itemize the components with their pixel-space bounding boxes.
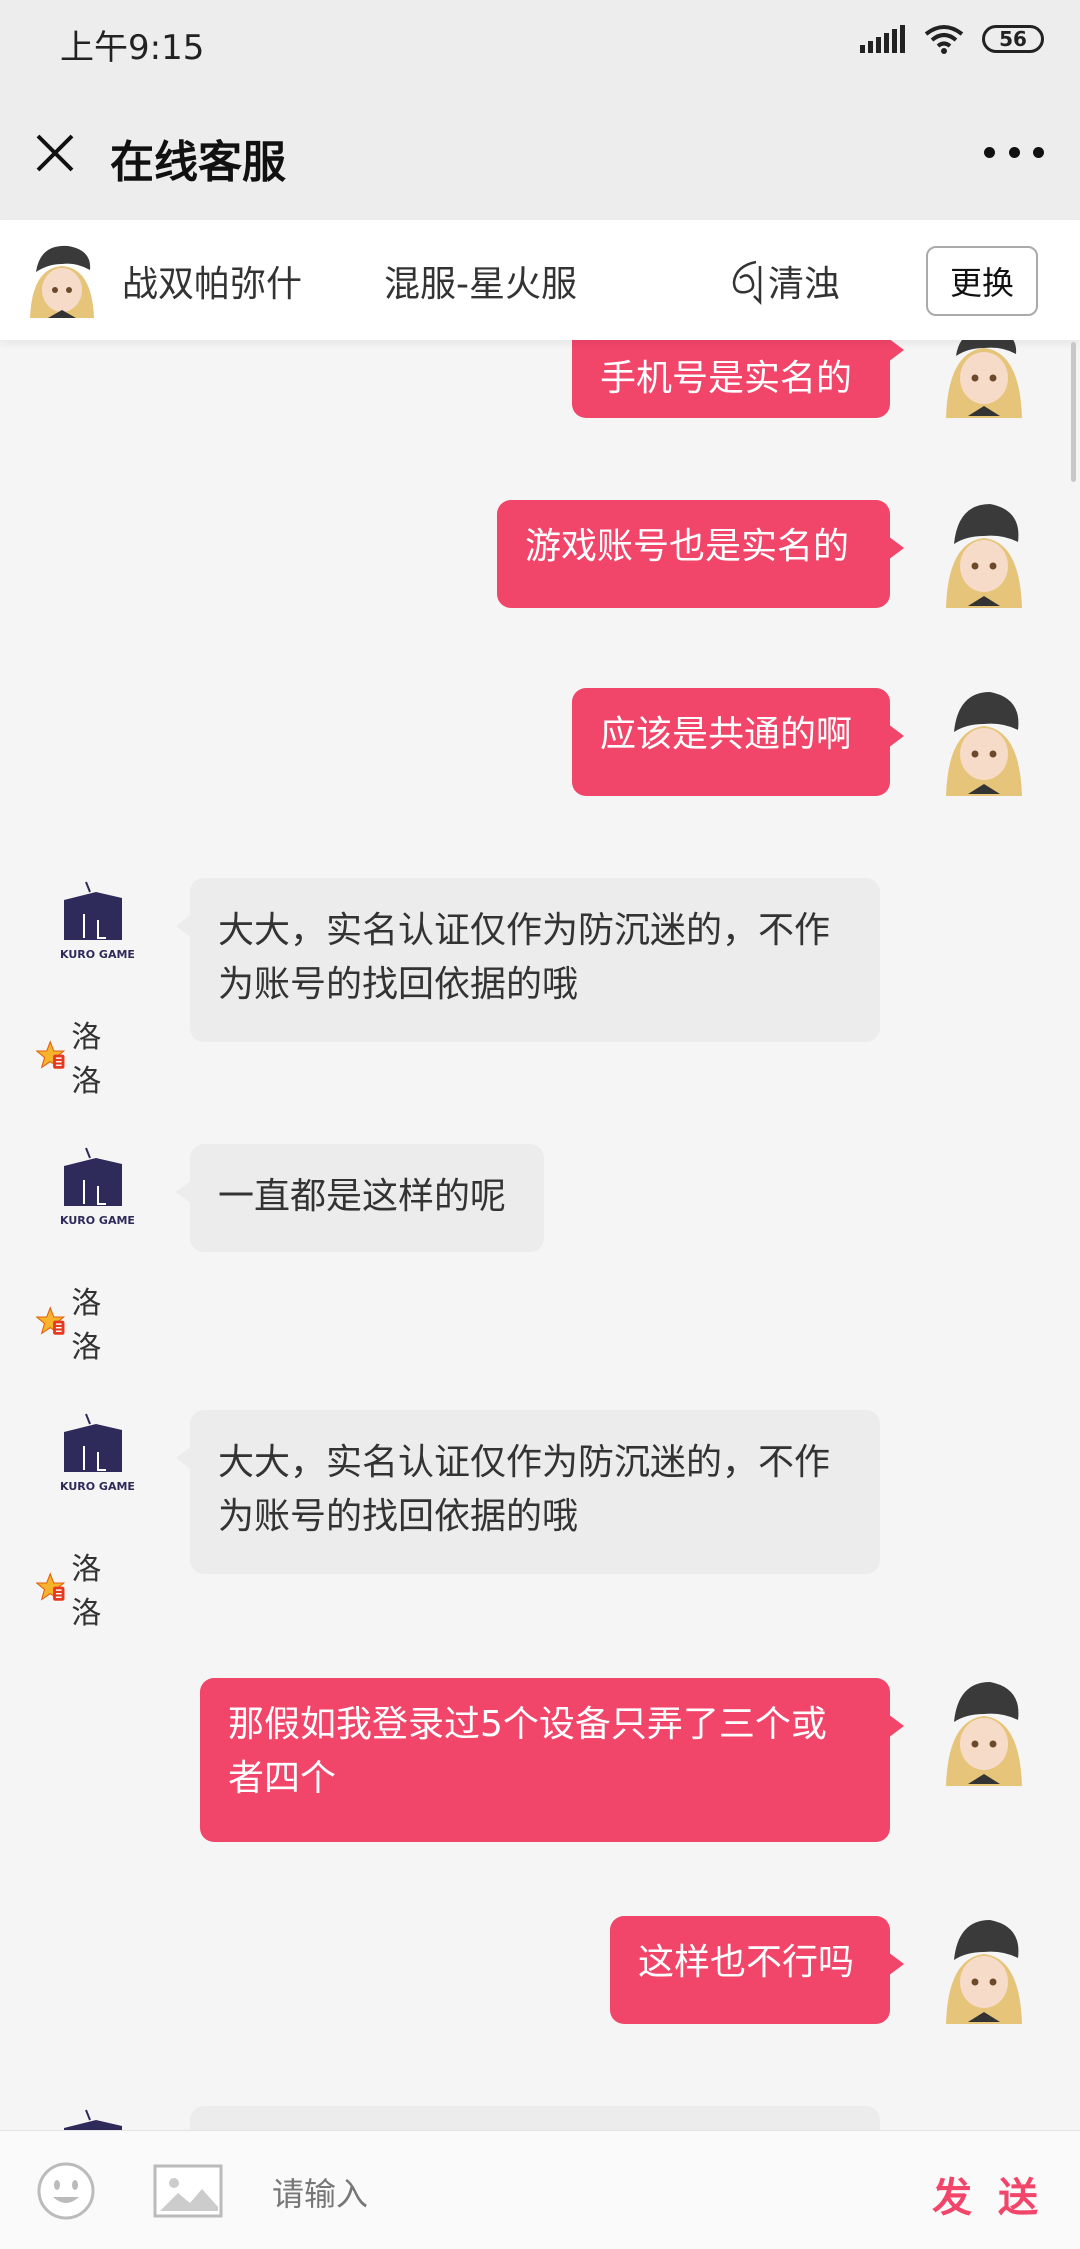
user-avatar — [946, 1920, 1022, 2024]
input-bar: 请输入 发 送 — [0, 2130, 1080, 2249]
server-name: 混服-星火服 — [384, 264, 577, 305]
emoji-icon[interactable] — [36, 2161, 96, 2221]
signal-icon — [860, 25, 905, 53]
player-name-wrap: 清浊 — [726, 255, 840, 307]
change-account-button[interactable]: 更换 — [926, 246, 1038, 316]
game-name: 战双帕弥什 — [122, 264, 303, 305]
message-bubble-agent-partial — [190, 2106, 880, 2130]
message-bubble-agent: 一直都是这样的呢 — [176, 1144, 544, 1252]
message-bubble-user: 那假如我登录过5个设备只弄了三个或者四个 — [200, 1678, 904, 1842]
star-badge-icon — [36, 1040, 66, 1069]
scrollbar[interactable] — [1071, 342, 1076, 482]
user-avatar — [946, 504, 1022, 608]
user-avatar — [946, 692, 1022, 796]
account-info-bar: 战双帕弥什 混服-星火服 清浊 更换 — [0, 220, 1080, 340]
status-bar: 上午9:15 56 — [0, 0, 1080, 88]
player-name-glyph-icon — [732, 260, 762, 306]
chat-area[interactable]: 手机号是实名的 游戏账号也是实名的 应该是共通的啊 KURO GAME 洛洛 大… — [0, 340, 1080, 2130]
page-title: 在线客服 — [110, 137, 286, 188]
agent-logo-icon: KURO GAME — [60, 881, 135, 961]
agent-name-label: 洛洛 — [71, 1552, 102, 1631]
player-name: 清浊 — [768, 264, 841, 305]
message-bubble-user: 应该是共通的啊 — [572, 688, 904, 796]
title-bar: 在线客服 — [0, 88, 1080, 220]
star-badge-icon — [36, 1572, 66, 1601]
image-icon[interactable] — [152, 2163, 224, 2219]
message-bubble-user: 手机号是实名的 — [572, 340, 904, 418]
agent-name: 洛洛 — [36, 1278, 114, 1366]
user-avatar — [30, 245, 94, 318]
agent-name-label: 洛洛 — [71, 1020, 102, 1099]
more-options-icon[interactable] — [984, 140, 1044, 164]
user-avatar — [946, 1682, 1022, 1786]
status-icons: 56 — [860, 24, 1044, 54]
message-input[interactable]: 请输入 — [272, 2169, 368, 2215]
svg-text:KURO GAME: KURO GAME — [60, 1214, 135, 1227]
agent-logo-icon — [64, 2109, 122, 2130]
message-bubble-user: 这样也不行吗 — [610, 1916, 904, 2024]
wifi-icon — [924, 25, 964, 54]
svg-text:KURO GAME: KURO GAME — [60, 948, 135, 961]
message-bubble-agent: 大大，实名认证仅作为防沉迷的，不作为账号的找回依据的哦 — [176, 878, 880, 1042]
battery-level: 56 — [999, 27, 1027, 51]
message-bubble-agent: 大大，实名认证仅作为防沉迷的，不作为账号的找回依据的哦 — [176, 1410, 880, 1574]
battery-icon: 56 — [982, 25, 1044, 53]
agent-logo-icon: KURO GAME — [60, 1413, 135, 1493]
user-avatar — [946, 340, 1022, 418]
agent-name: 洛洛 — [36, 1012, 114, 1100]
agent-name: 洛洛 — [36, 1544, 114, 1632]
agent-name-label: 洛洛 — [71, 1286, 102, 1365]
send-button[interactable]: 发 送 — [932, 2165, 1044, 2223]
close-icon[interactable] — [30, 128, 80, 178]
agent-logo-icon: KURO GAME — [60, 1147, 135, 1227]
status-time: 上午9:15 — [60, 28, 205, 68]
star-badge-icon — [36, 1306, 66, 1335]
svg-text:KURO GAME: KURO GAME — [60, 1480, 135, 1493]
message-bubble-user: 游戏账号也是实名的 — [497, 500, 904, 608]
